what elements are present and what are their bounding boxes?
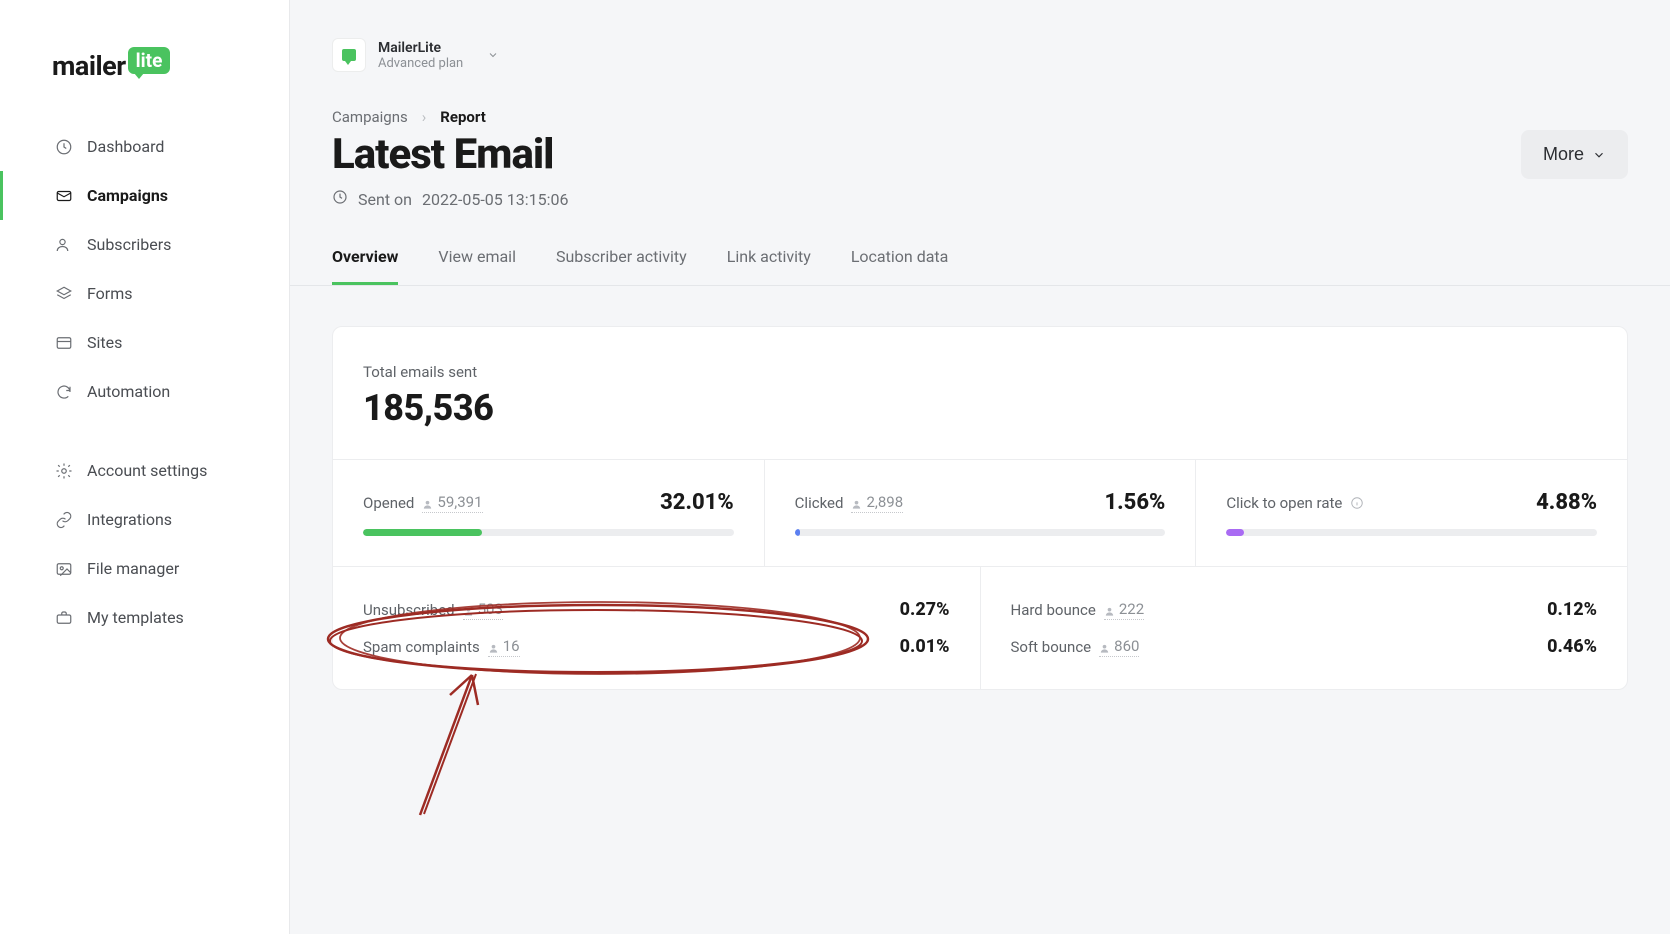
- sidebar-item-label: Automation: [87, 382, 170, 401]
- link-icon: [55, 511, 73, 529]
- gear-icon: [55, 462, 73, 480]
- more-button-label: More: [1543, 144, 1584, 165]
- progress-bar-opened: [363, 529, 734, 536]
- metric-opened: Opened 59,391 32.01%: [333, 460, 765, 566]
- tab-link-activity[interactable]: Link activity: [727, 237, 811, 285]
- stat-count[interactable]: 860: [1099, 637, 1139, 657]
- brand-icon: [332, 38, 366, 72]
- stat-soft-bounce: Soft bounce 860 0.46%: [1011, 628, 1598, 665]
- nav-divider: [0, 416, 289, 446]
- sidebar-item-label: Dashboard: [87, 137, 164, 156]
- briefcase-icon: [55, 609, 73, 627]
- stats-col-right: Hard bounce 222 0.12% Soft bounce: [981, 567, 1628, 689]
- refresh-icon: [55, 383, 73, 401]
- account-plan: Advanced plan: [378, 56, 463, 71]
- person-icon: [422, 496, 433, 507]
- sidebar-item-label: File manager: [87, 559, 179, 578]
- stat-pct: 0.12%: [1547, 599, 1597, 620]
- clock-icon: [55, 138, 73, 156]
- chevron-right-icon: ›: [422, 108, 427, 126]
- envelope-icon: [55, 187, 73, 205]
- sidebar-item-label: My templates: [87, 608, 184, 627]
- metric-label: Opened: [363, 494, 414, 512]
- chevron-down-icon: [1592, 148, 1606, 162]
- sidebar-item-my-templates[interactable]: My templates: [0, 593, 289, 642]
- stat-pct: 0.01%: [900, 636, 950, 657]
- breadcrumb: Campaigns › Report: [290, 82, 1670, 126]
- sent-prefix: Sent on: [358, 190, 412, 209]
- metric-pct: 1.56%: [1104, 490, 1165, 515]
- sidebar: mailer lite Dashboard Campaigns Subscrib…: [0, 0, 290, 934]
- sidebar-item-automation[interactable]: Automation: [0, 367, 289, 416]
- stat-hard-bounce: Hard bounce 222 0.12%: [1011, 591, 1598, 628]
- sidebar-item-label: Sites: [87, 333, 122, 352]
- topbar: MailerLite Advanced plan: [290, 0, 1670, 82]
- metrics-row: Opened 59,391 32.01% Clicked: [333, 459, 1627, 566]
- sidebar-item-label: Campaigns: [87, 186, 168, 205]
- sent-timestamp: 2022-05-05 13:15:06: [422, 190, 568, 209]
- nav: Dashboard Campaigns Subscribers Forms Si…: [0, 122, 289, 642]
- tab-location-data[interactable]: Location data: [851, 237, 949, 285]
- sidebar-item-forms[interactable]: Forms: [0, 269, 289, 318]
- sidebar-item-subscribers[interactable]: Subscribers: [0, 220, 289, 269]
- stat-label: Hard bounce: [1011, 601, 1096, 619]
- sidebar-item-label: Forms: [87, 284, 133, 303]
- sent-row: Sent on 2022-05-05 13:15:06: [290, 179, 1670, 229]
- total-emails-block: Total emails sent 185,536: [333, 327, 1627, 459]
- breadcrumb-current: Report: [440, 108, 486, 126]
- sidebar-item-label: Integrations: [87, 510, 172, 529]
- logo[interactable]: mailer lite: [0, 50, 289, 122]
- metric-count[interactable]: 59,391: [422, 493, 482, 513]
- metric-label: Click to open rate: [1226, 494, 1342, 512]
- page-title: Latest Email: [332, 130, 554, 179]
- image-icon: [55, 560, 73, 578]
- account-name: MailerLite: [378, 40, 463, 56]
- logo-text: mailer: [52, 50, 126, 82]
- sidebar-item-label: Subscribers: [87, 235, 171, 254]
- info-icon[interactable]: [1350, 496, 1364, 510]
- sidebar-item-file-manager[interactable]: File manager: [0, 544, 289, 593]
- tab-view-email[interactable]: View email: [438, 237, 516, 285]
- more-button[interactable]: More: [1521, 130, 1628, 179]
- person-icon: [1099, 640, 1110, 651]
- sidebar-item-integrations[interactable]: Integrations: [0, 495, 289, 544]
- metric-pct: 4.88%: [1536, 490, 1597, 515]
- sidebar-item-sites[interactable]: Sites: [0, 318, 289, 367]
- chevron-down-icon: [487, 46, 499, 65]
- stat-label: Soft bounce: [1011, 638, 1092, 656]
- title-row: Latest Email More: [290, 126, 1670, 179]
- total-label: Total emails sent: [363, 363, 1597, 381]
- metric-clicked: Clicked 2,898 1.56%: [765, 460, 1197, 566]
- metric-label: Clicked: [795, 494, 844, 512]
- total-value: 185,536: [363, 387, 1597, 429]
- person-icon: [851, 496, 862, 507]
- logo-badge: lite: [128, 47, 171, 74]
- sidebar-item-campaigns[interactable]: Campaigns: [0, 171, 289, 220]
- sidebar-item-account-settings[interactable]: Account settings: [0, 446, 289, 495]
- clock-icon: [332, 189, 348, 209]
- stat-pct: 0.46%: [1547, 636, 1597, 657]
- metric-count[interactable]: 2,898: [851, 493, 903, 513]
- tab-overview[interactable]: Overview: [332, 237, 398, 285]
- users-icon: [55, 236, 73, 254]
- stat-count[interactable]: 222: [1104, 600, 1144, 620]
- sidebar-item-label: Account settings: [87, 461, 207, 480]
- metric-ctor: Click to open rate 4.88%: [1196, 460, 1627, 566]
- metric-pct: 32.01%: [660, 490, 734, 515]
- layers-icon: [55, 285, 73, 303]
- stat-pct: 0.27%: [900, 599, 950, 620]
- window-icon: [55, 334, 73, 352]
- progress-bar-clicked: [795, 529, 1166, 536]
- person-icon: [1104, 603, 1115, 614]
- breadcrumb-root[interactable]: Campaigns: [332, 108, 408, 126]
- tabs: Overview View email Subscriber activity …: [290, 229, 1670, 286]
- sidebar-item-dashboard[interactable]: Dashboard: [0, 122, 289, 171]
- annotation-arrow: [400, 650, 520, 820]
- progress-bar-ctor: [1226, 529, 1597, 536]
- account-text: MailerLite Advanced plan: [378, 40, 463, 71]
- account-switcher[interactable]: MailerLite Advanced plan: [332, 38, 499, 72]
- tab-subscriber-activity[interactable]: Subscriber activity: [556, 237, 687, 285]
